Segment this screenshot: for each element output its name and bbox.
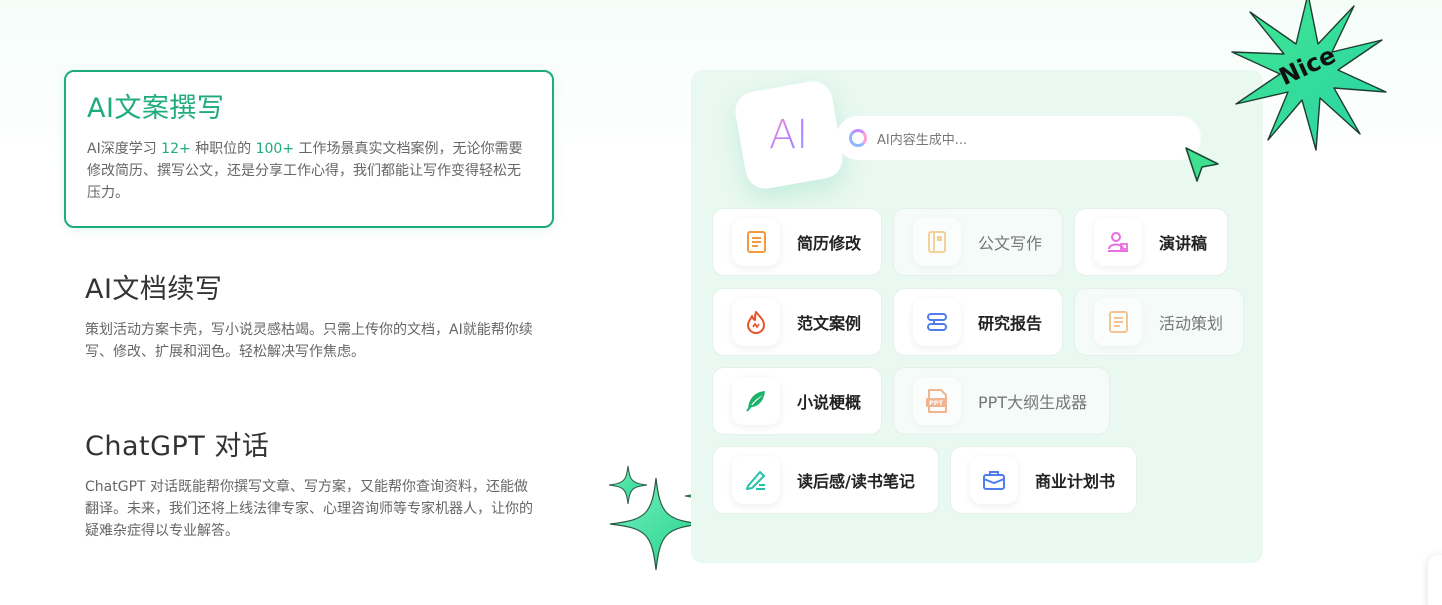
tool-card-business-plan[interactable]: 商业计划书 (950, 446, 1137, 514)
report-icon (913, 298, 961, 346)
resume-icon (732, 218, 780, 266)
feature-title: ChatGPT 对话 (85, 431, 270, 462)
tool-card-label: 商业计划书 (1035, 472, 1116, 491)
feature-ai-copywriting[interactable]: AI文案撰写 AI深度学习 12+ 种职位的 100+ 工作场景真实文档案例，无… (64, 70, 554, 228)
tool-card-label: 简历修改 (797, 234, 862, 253)
tool-card-research-report[interactable]: 研究报告 (893, 288, 1063, 356)
feature-ai-continuation[interactable]: AI文档续写 策划活动方案卡壳，写小说灵感枯竭。只需上传你的文档，AI就能帮你续… (64, 253, 554, 383)
flame-icon (732, 298, 780, 346)
ai-logo: AI (732, 78, 846, 192)
feature-description: ChatGPT 对话既能帮你撰写文章、写方案，又能帮你查询资料，还能做翻译。未来… (85, 479, 533, 539)
document-icon (913, 218, 961, 266)
tool-card-reading-notes[interactable]: 读后感/读书笔记 (712, 446, 939, 514)
tool-card-label: 范文案例 (797, 314, 862, 333)
feature-chatgpt-chat[interactable]: ChatGPT 对话 ChatGPT 对话既能帮你撰写文章、写方案，又能帮你查询… (64, 410, 554, 562)
feature-description: 策划活动方案卡壳，写小说灵感枯竭。只需上传你的文档，AI就能帮你续写、修改、扩展… (85, 322, 533, 360)
tool-card-sample-essays[interactable]: 范文案例 (712, 288, 882, 356)
event-plan-icon (1094, 298, 1142, 346)
briefcase-icon (970, 456, 1018, 504)
tool-card-speech[interactable]: 演讲稿 (1074, 208, 1228, 276)
cursor-arrow-icon (1185, 147, 1219, 182)
tool-card-label: 小说梗概 (797, 393, 862, 412)
tool-card-official-doc[interactable]: 公文写作 (893, 208, 1063, 276)
tool-card-event-planning[interactable]: 活动策划 (1074, 288, 1244, 356)
feature-title: AI文案撰写 (87, 93, 225, 124)
tool-card-label: 活动策划 (1159, 314, 1224, 333)
floating-side-tab[interactable] (1428, 555, 1442, 605)
feature-title: AI文档续写 (85, 274, 223, 305)
feather-icon (732, 377, 780, 425)
tool-card-novel-synopsis[interactable]: 小说梗概 (712, 367, 882, 435)
tool-card-ppt-outline[interactable]: PPT PPT大纲生成器 (893, 367, 1110, 435)
tool-card-resume[interactable]: 简历修改 (712, 208, 882, 276)
tool-card-label: 公文写作 (978, 234, 1043, 253)
speech-icon (1094, 218, 1142, 266)
tool-card-label: 读后感/读书笔记 (797, 472, 915, 491)
ppt-icon: PPT (913, 377, 961, 425)
sparkle-small-icon (608, 465, 648, 505)
generating-text: AI内容生成中... (877, 132, 968, 148)
tool-card-label: 演讲稿 (1159, 234, 1208, 253)
tool-card-label: 研究报告 (978, 314, 1043, 333)
feature-description: AI深度学习 12+ 种职位的 100+ 工作场景真实文档案例，无论你需要修改简… (87, 141, 523, 201)
pen-note-icon (732, 456, 780, 504)
tool-card-label: PPT大纲生成器 (978, 393, 1088, 412)
generating-status-bar: AI内容生成中... (836, 116, 1201, 160)
svg-text:PPT: PPT (929, 399, 944, 407)
loading-spinner-icon (849, 129, 867, 147)
